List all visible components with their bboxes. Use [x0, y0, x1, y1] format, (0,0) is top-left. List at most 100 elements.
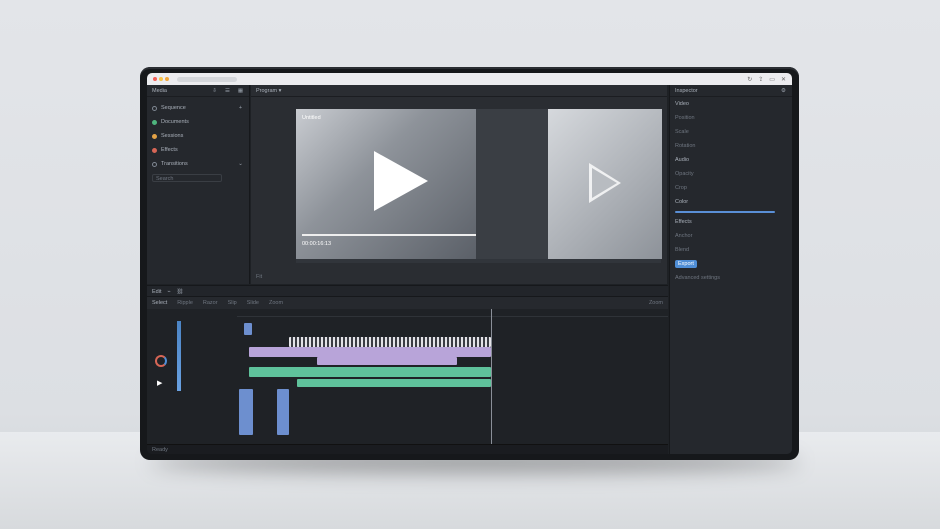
section-video[interactable]: Video — [670, 97, 792, 111]
import-icon[interactable]: ⇩ — [211, 88, 218, 94]
play-icon[interactable] — [374, 151, 428, 211]
tool-select[interactable]: Select — [152, 300, 167, 306]
chrome-icons: ↻ ⇪ ▭ ✕ — [747, 76, 786, 83]
window-chrome: ↻ ⇪ ▭ ✕ — [147, 73, 792, 85]
prop-label: Scale — [675, 129, 689, 135]
viewer-title[interactable]: Program ▾ — [256, 88, 281, 94]
timeline-area: ▶ — [147, 309, 668, 444]
prop-row[interactable]: Opacity — [670, 167, 792, 181]
clip-title: Untitled — [302, 115, 321, 121]
viewer-header: Program ▾ — [251, 85, 667, 97]
play-outline-inner — [592, 168, 617, 198]
tool-row: Select Ripple Razor Slip Slide Zoom Zoom — [147, 297, 668, 309]
timeline-tools: Select Ripple Razor Slip Slide Zoom Zoom — [147, 297, 668, 309]
export-button[interactable]: Export — [675, 260, 697, 268]
prop-label: Rotation — [675, 143, 696, 149]
effects-icon — [152, 147, 157, 153]
advanced-settings-link[interactable]: Advanced settings — [675, 275, 720, 281]
prop-row[interactable]: Blend — [670, 243, 792, 257]
timeline-tab[interactable]: Edit — [152, 289, 161, 295]
section-label: Audio — [675, 157, 690, 163]
section-audio[interactable]: Audio — [670, 153, 792, 167]
prop-label: Crop — [675, 185, 687, 191]
video-frame[interactable]: Untitled 00:00:16:13 — [296, 109, 662, 263]
search-input[interactable]: Search — [152, 174, 222, 182]
section-effects[interactable]: Effects — [670, 215, 792, 229]
playhead[interactable] — [491, 309, 492, 444]
prop-row[interactable]: Crop — [670, 181, 792, 195]
section-label: Video — [675, 101, 689, 107]
timecode: 00:00:16:13 — [302, 241, 332, 247]
address-bar[interactable] — [177, 76, 237, 82]
viewer-footer[interactable]: Fit — [256, 274, 262, 280]
prop-row[interactable]: Scale — [670, 125, 792, 139]
export-row: Export — [670, 257, 792, 271]
list-icon[interactable]: ☰ — [224, 88, 231, 94]
tool-slip[interactable]: Slip — [228, 300, 237, 306]
close-icon[interactable]: ✕ — [781, 76, 786, 83]
list-item[interactable]: Transitions ⌄ — [147, 157, 249, 171]
prop-label: Opacity — [675, 171, 694, 177]
list-item-label: Sequence — [161, 105, 186, 111]
transitions-icon — [152, 161, 157, 167]
share-icon[interactable]: ⇪ — [758, 76, 763, 83]
list-item[interactable]: Effects — [147, 143, 249, 157]
tool-zoom[interactable]: Zoom — [269, 300, 283, 306]
sequence-icon — [152, 105, 157, 111]
prop-label: Blend — [675, 247, 690, 253]
audio-waveform-clip[interactable] — [289, 337, 491, 347]
inspector-title: Inspector — [675, 87, 698, 94]
broll-clip-a[interactable] — [239, 389, 253, 435]
video-clip[interactable] — [244, 323, 252, 335]
refresh-icon[interactable]: ↻ — [747, 76, 752, 83]
tool-ripple[interactable]: Ripple — [177, 300, 193, 306]
prop-row[interactable]: Anchor — [670, 229, 792, 243]
section-label: Effects — [675, 219, 692, 225]
volume-knob[interactable] — [155, 355, 167, 367]
chevron-down-icon[interactable]: ⌄ — [237, 161, 244, 167]
status-bar: Ready — [147, 444, 668, 454]
app-screen: ↻ ⇪ ▭ ✕ Media ⇩ ☰ ▦ Sequence + Documents — [147, 73, 792, 454]
timeline-header: Edit ⌁ ⛓ — [147, 285, 668, 297]
sessions-icon — [152, 133, 157, 139]
list-item[interactable]: Documents — [147, 115, 249, 129]
media-title: Media — [152, 87, 167, 94]
tool-razor[interactable]: Razor — [203, 300, 218, 306]
media-search[interactable]: Search — [147, 171, 249, 185]
clip-preview-a: Untitled 00:00:16:13 — [296, 109, 484, 259]
music-clip[interactable] — [249, 367, 491, 377]
playback-progress[interactable] — [302, 234, 484, 236]
status-text: Ready — [152, 447, 168, 453]
track-area[interactable] — [237, 309, 668, 444]
tabs-icon[interactable]: ▭ — [769, 76, 775, 83]
list-item[interactable]: Sessions — [147, 129, 249, 143]
media-panel-header: Media ⇩ ☰ ▦ — [147, 85, 249, 97]
title-clip[interactable] — [249, 347, 491, 357]
list-item-label: Transitions — [161, 161, 188, 167]
tool-slide[interactable]: Slide — [247, 300, 259, 306]
media-panel: Media ⇩ ☰ ▦ Sequence + Documents Session… — [147, 85, 250, 284]
audio-meter — [177, 321, 181, 391]
broll-clip-b[interactable] — [277, 389, 289, 435]
section-color[interactable]: Color — [670, 195, 792, 209]
close-dot[interactable] — [153, 77, 157, 81]
link-icon[interactable]: ⛓ — [176, 289, 183, 295]
advanced-row[interactable]: Advanced settings — [670, 271, 792, 285]
ambience-clip[interactable] — [297, 379, 491, 387]
settings-icon[interactable]: ⚙ — [780, 88, 787, 94]
section-label: Color — [675, 199, 689, 205]
add-icon[interactable]: + — [237, 105, 244, 111]
list-item-label: Effects — [161, 147, 178, 153]
prop-row[interactable]: Position — [670, 111, 792, 125]
list-item[interactable]: Sequence + — [147, 101, 249, 115]
track-play-icon[interactable]: ▶ — [157, 379, 162, 387]
minimize-dot[interactable] — [159, 77, 163, 81]
zoom-label[interactable]: Zoom — [649, 300, 663, 306]
prop-row[interactable]: Rotation — [670, 139, 792, 153]
slider-fill[interactable] — [675, 211, 775, 213]
time-ruler[interactable] — [237, 309, 668, 317]
overlay-clip[interactable] — [317, 357, 457, 365]
maximize-dot[interactable] — [165, 77, 169, 81]
grid-icon[interactable]: ▦ — [237, 88, 244, 94]
snap-icon[interactable]: ⌁ — [165, 289, 172, 295]
